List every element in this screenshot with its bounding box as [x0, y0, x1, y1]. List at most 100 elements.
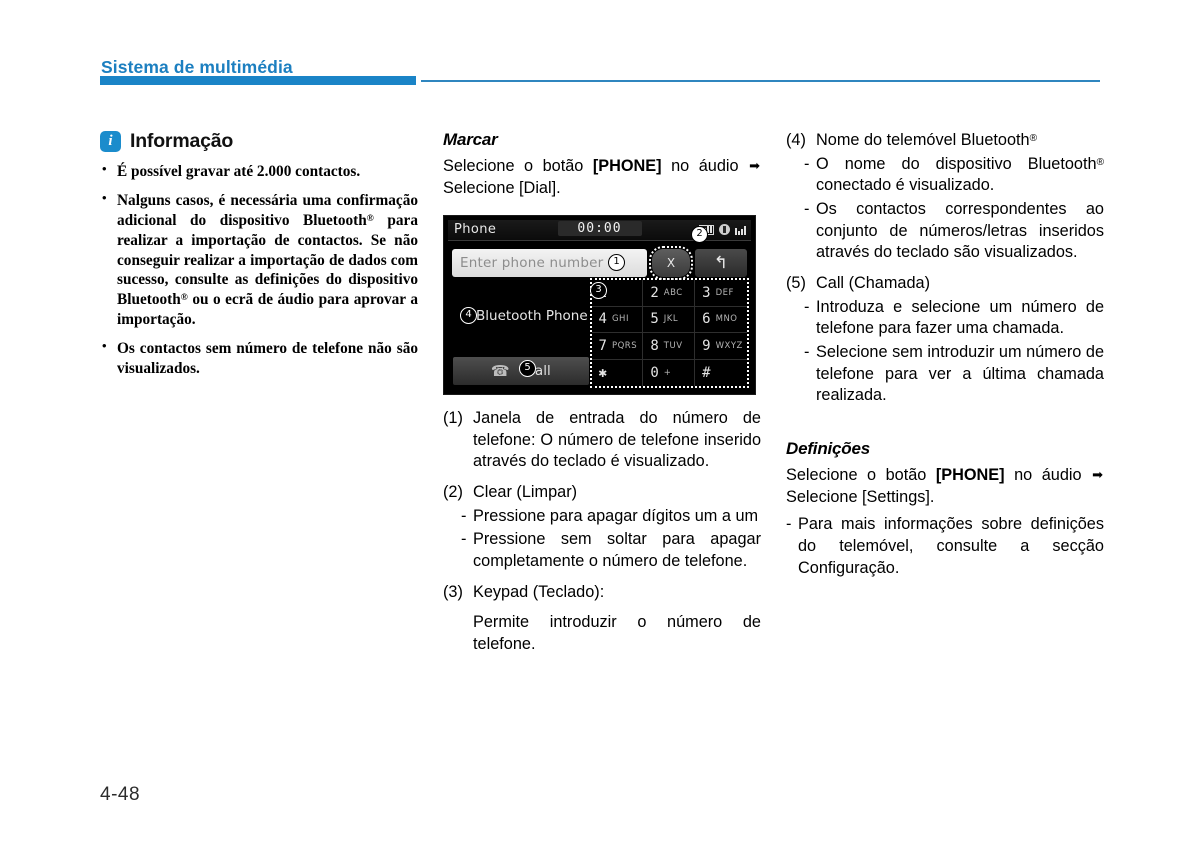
keypad-key-digit: 9: [702, 337, 711, 354]
phone-antenna-icon: [735, 224, 746, 235]
keypad-key[interactable]: #: [695, 360, 747, 387]
keypad-key-letters: MNO: [715, 314, 738, 325]
sub-list-item: - Os contactos correspondentes ao conjun…: [786, 199, 1104, 264]
dialer-clock: 00:00: [557, 221, 642, 236]
keypad-key[interactable]: 2 ABC: [643, 280, 696, 307]
sub-list-item-text: Os contactos correspondentes ao conjunto…: [816, 200, 1104, 262]
dialer-screen: Phone 00:00 Enter phone number X ↰ Bluet…: [448, 220, 751, 390]
information-list: É possível gravar até 2.000 contactos. N…: [100, 161, 418, 379]
keypad-key-digit: 7: [598, 337, 607, 354]
middle-column-list: (1) Janela de entrada do número de telef…: [443, 408, 761, 658]
keypad-key-digit: #: [702, 364, 711, 381]
instruction-text-part2: no áudio: [661, 157, 749, 175]
information-title: Informação: [130, 130, 234, 152]
instruction-text-part1: Selecione o botão: [443, 157, 593, 175]
list-marker: (4): [786, 131, 806, 149]
list-item: (5) Call (Chamada): [786, 273, 1104, 295]
middle-column: Marcar Selecione o botão [PHONE] no áudi…: [443, 130, 761, 205]
list-item: (1) Janela de entrada do número de telef…: [443, 408, 761, 473]
list-marker: (5): [786, 274, 806, 293]
dialer-entry-row: Enter phone number X ↰: [452, 245, 747, 280]
info-icon: i: [100, 131, 121, 152]
settings-text-part2: no áudio: [1004, 466, 1092, 485]
list-item: (2) Clear (Limpar): [443, 482, 761, 504]
page-number: 4-48: [100, 784, 141, 805]
keypad-key-digit: 8: [650, 337, 659, 354]
keypad-key[interactable]: 4 GHI: [591, 306, 644, 333]
sub-list-marker: -: [804, 200, 810, 219]
sub-list-item: - Pressione para apagar dígitos um a um: [443, 506, 761, 528]
callout-marker-1: 1: [608, 254, 625, 271]
sub-list-item: - Para mais informações sobre definições…: [786, 514, 1104, 579]
back-button[interactable]: ↰: [695, 248, 747, 277]
phone-number-placeholder: Enter phone number: [460, 254, 604, 271]
keypad-description-text: Permite introduzir o número de telefone.: [473, 613, 761, 654]
page-title: Sistema de multimédia: [101, 57, 293, 77]
keypad-key[interactable]: 0 +: [643, 359, 696, 386]
sub-list-item-text: Pressione sem soltar para apagar complet…: [473, 530, 761, 571]
sub-list-marker: -: [804, 154, 810, 173]
right-column: (4) Nome do telemóvel Bluetooth® - O nom…: [786, 130, 1104, 581]
keypad-key-letters: TUV: [663, 340, 683, 351]
keypad-key-letters: JKL: [663, 314, 679, 325]
keypad-key-letters: WXYZ: [715, 340, 743, 351]
page-header: Sistema de multimédia: [0, 0, 1200, 95]
keypad-key[interactable]: 6 MNO: [695, 307, 747, 333]
instruction-text-part3: Selecione [Dial].: [443, 178, 561, 197]
keypad-key-digit: 4: [598, 311, 607, 328]
list-item-text: Call (Chamada): [816, 274, 931, 293]
bluetooth-device-name: Bluetooth Phone: [476, 308, 588, 324]
bluetooth-audio-icon: [719, 224, 730, 235]
list-item: Nalguns casos, é necessária uma confirma…: [100, 190, 418, 330]
keypad-key[interactable]: 8 TUV: [643, 333, 696, 360]
keypad-key[interactable]: 7 PQRS: [591, 333, 644, 360]
information-item-text: É possível gravar até 2.000 contactos.: [117, 163, 361, 180]
list-marker: (1): [443, 409, 463, 427]
keypad-key-digit: 6: [702, 311, 711, 328]
header-accent-bar: [100, 76, 416, 85]
list-item: É possível gravar até 2.000 contactos.: [100, 161, 418, 182]
keypad-key-digit: 2: [650, 284, 659, 301]
keypad-key[interactable]: 5 JKL: [643, 306, 696, 333]
keypad-key-letters: GHI: [611, 314, 629, 325]
list-item-text: Janela de entrada do número de telefone:…: [473, 409, 761, 471]
information-item-text: Nalguns casos, é necessária uma confirma…: [117, 191, 418, 329]
marcar-instruction: Selecione o botão [PHONE] no áudio ➡ Sel…: [443, 156, 761, 199]
keypad-key[interactable]: 3 DEF: [695, 280, 747, 307]
arrow-icon: ➡: [749, 158, 760, 173]
keypad-key-digit: 5: [650, 311, 659, 328]
sub-list-item: - Selecione sem introduzir um número de …: [786, 342, 1104, 407]
settings-text-part3: Selecione [Settings].: [786, 487, 935, 506]
keypad-key-letters: PQRS: [611, 340, 638, 351]
phone-button-label: [PHONE]: [592, 157, 662, 175]
sub-list-marker: -: [461, 530, 467, 549]
list-item: (3) Keypad (Teclado):: [443, 582, 761, 604]
keypad-key[interactable]: ✱: [592, 359, 644, 386]
section-title-marcar: Marcar: [443, 130, 498, 149]
list-marker: (3): [443, 582, 463, 601]
sub-list-item: - O nome do dispositivo Bluetooth® conec…: [786, 154, 1104, 197]
callout-marker-5: 5: [519, 360, 536, 377]
keypad-key[interactable]: 9 WXYZ: [695, 333, 747, 360]
header-rule-line: [421, 80, 1100, 82]
sub-list-item-text: Introduza e selecione um número de telef…: [816, 297, 1104, 338]
list-item: (4) Nome do telemóvel Bluetooth®: [786, 130, 1104, 152]
left-column: i Informação É possível gravar até 2.000…: [100, 130, 418, 379]
dialer-app-title: Phone: [454, 222, 497, 237]
keypad-key-letters: ABC: [663, 287, 683, 298]
sub-list-marker: -: [804, 343, 810, 362]
keypad-key-digit: 3: [702, 284, 711, 301]
information-heading: i Informação: [100, 130, 418, 153]
callout-marker-2: 2: [691, 226, 708, 243]
sub-list-item-text: Selecione sem introduzir um número de te…: [816, 343, 1104, 405]
clear-button[interactable]: X: [649, 245, 693, 280]
sub-list-item: - Introduza e selecione um número de tel…: [786, 297, 1104, 340]
keypad-key-letters: +: [663, 367, 672, 378]
definicoes-instruction: Selecione o botão [PHONE] no áudio ➡ Sel…: [786, 465, 1104, 508]
sub-list-item: - Pressione sem soltar para apagar compl…: [443, 529, 761, 572]
sub-list-marker: -: [804, 297, 810, 316]
dialer-keypad[interactable]: 1 2 ABC 3 DEF 4 GHI 5 JKL: [589, 278, 750, 388]
section-title-definicoes: Definições: [786, 439, 870, 459]
keypad-key-letters: DEF: [715, 287, 734, 298]
phone-button-label: [PHONE]: [935, 466, 1005, 485]
